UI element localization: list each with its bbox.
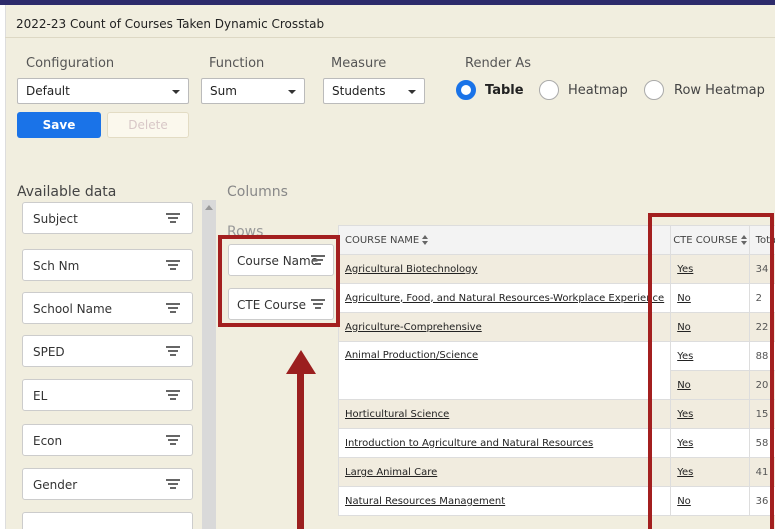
course-cell[interactable]: Agriculture, Food, and Natural Resources… — [337, 283, 672, 313]
field-chip-gender[interactable]: Gender — [22, 468, 193, 500]
field-chip-label: SPED — [33, 345, 65, 359]
radio-table-label: Table — [485, 83, 524, 98]
annotation-arrow-head — [286, 350, 316, 374]
title-divider — [5, 37, 775, 38]
course-cell[interactable]: Animal Production/Science — [337, 341, 672, 400]
scroll-up-icon[interactable] — [205, 205, 213, 210]
annotation-box-rows — [218, 235, 340, 327]
available-data-scrollbar[interactable] — [202, 200, 216, 529]
filter-icon[interactable] — [166, 260, 180, 270]
course-cell[interactable]: Large Animal Care — [337, 457, 672, 487]
function-select[interactable]: Sum — [201, 78, 305, 104]
annotation-box-cte-totals — [648, 213, 774, 529]
field-chip-el[interactable]: EL — [22, 379, 193, 411]
chevron-down-icon — [408, 90, 416, 94]
filter-icon[interactable] — [166, 346, 180, 356]
radio-heatmap[interactable] — [539, 80, 559, 100]
filter-icon[interactable] — [166, 213, 180, 223]
measure-value: Students — [332, 84, 386, 98]
field-chip-sch-nm[interactable]: Sch Nm — [22, 249, 193, 281]
radio-heatmap-label: Heatmap — [568, 83, 628, 98]
field-chip-sped[interactable]: SPED — [22, 335, 193, 367]
field-chip-label: EL — [33, 389, 48, 403]
columns-label: Columns — [227, 184, 288, 200]
measure-label: Measure — [331, 56, 387, 71]
field-chip-econ[interactable]: Econ — [22, 424, 193, 456]
field-chip-more[interactable] — [22, 512, 193, 529]
radio-table[interactable] — [456, 80, 476, 100]
chevron-down-icon — [288, 90, 296, 94]
field-chip-label: School Name — [33, 302, 113, 316]
course-cell[interactable]: Horticultural Science — [337, 399, 672, 429]
annotation-arrow-shaft — [297, 372, 304, 529]
field-chip-label: Gender — [33, 478, 78, 492]
field-chip-school-name[interactable]: School Name — [22, 292, 193, 324]
filter-icon[interactable] — [166, 479, 180, 489]
configuration-label: Configuration — [26, 56, 115, 71]
field-chip-label: Sch Nm — [33, 259, 80, 273]
course-cell[interactable]: Agricultural Biotechnology — [337, 254, 672, 284]
filter-icon[interactable] — [166, 435, 180, 445]
delete-button[interactable]: Delete — [107, 112, 189, 138]
configuration-value: Default — [26, 84, 70, 98]
radio-row-heatmap[interactable] — [644, 80, 664, 100]
course-cell[interactable]: Agriculture-Comprehensive — [337, 312, 672, 342]
field-chip-label: Econ — [33, 434, 63, 448]
field-chip-label: Subject — [33, 212, 78, 226]
filter-icon[interactable] — [166, 390, 180, 400]
save-button[interactable]: Save — [17, 112, 101, 138]
filter-icon[interactable] — [166, 303, 180, 313]
chevron-down-icon — [172, 90, 180, 94]
course-cell[interactable]: Introduction to Agriculture and Natural … — [337, 428, 672, 458]
column-header-course-name[interactable]: COURSE NAME — [337, 225, 672, 255]
sort-icon[interactable] — [422, 234, 429, 245]
field-chip-subject[interactable]: Subject — [22, 202, 193, 234]
render-as-label: Render As — [465, 56, 532, 71]
course-cell[interactable]: Natural Resources Management — [337, 486, 672, 516]
page-title: 2022-23 Count of Courses Taken Dynamic C… — [16, 17, 325, 31]
function-label: Function — [209, 56, 265, 71]
available-data-list: Subject Sch Nm School Name SPED EL Econ … — [17, 198, 217, 529]
radio-row-heatmap-label: Row Heatmap — [674, 83, 765, 98]
function-value: Sum — [210, 84, 237, 98]
configuration-select[interactable]: Default — [17, 78, 189, 104]
measure-select[interactable]: Students — [323, 78, 425, 104]
